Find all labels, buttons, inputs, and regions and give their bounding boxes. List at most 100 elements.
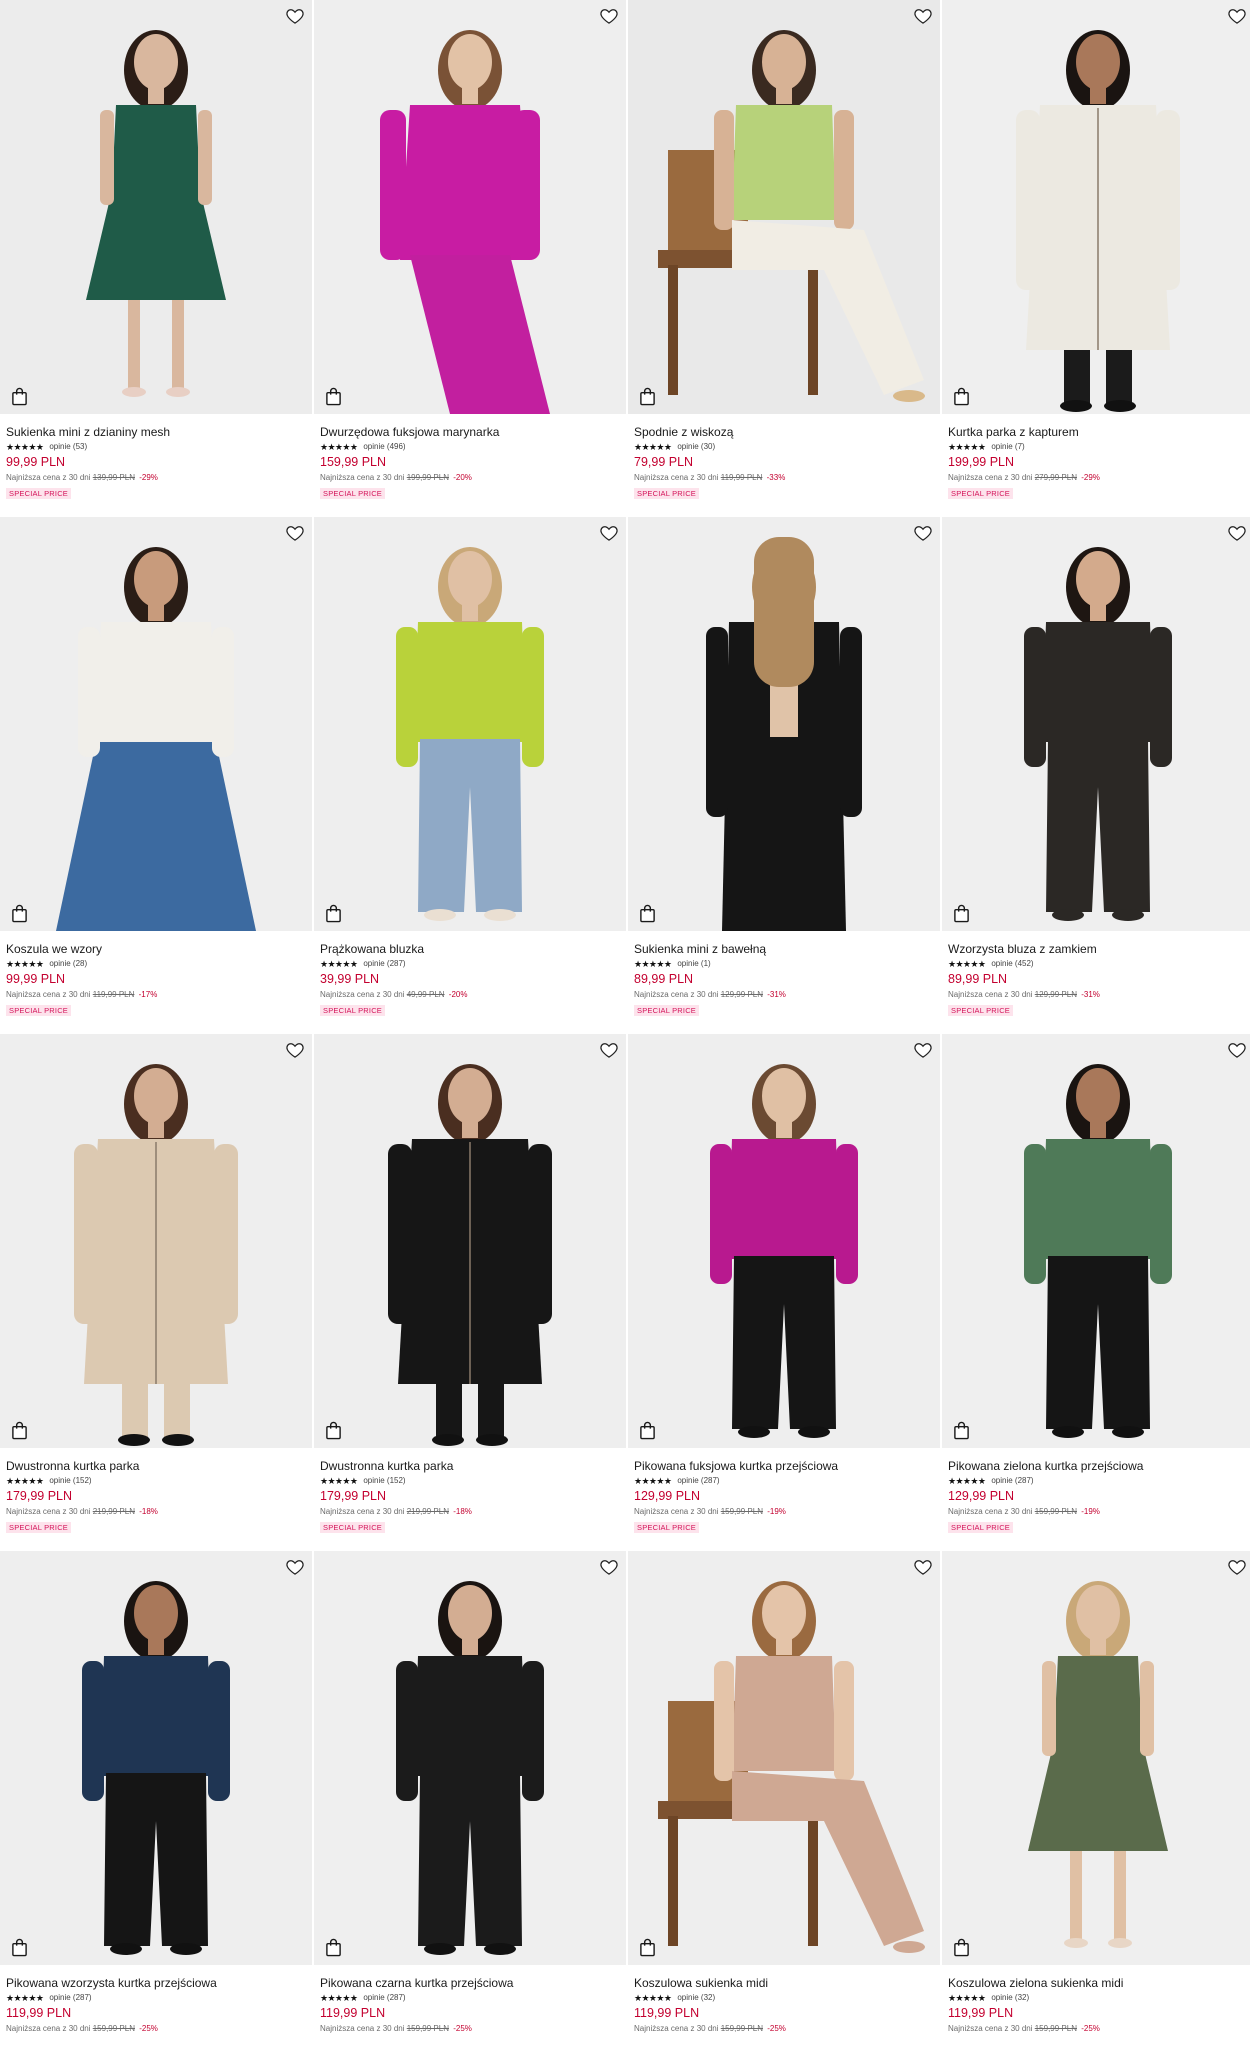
model-photo-image[interactable]: [0, 517, 312, 931]
model-photo-image[interactable]: [0, 0, 312, 414]
review-count[interactable]: opinie (287): [677, 1476, 719, 1486]
product-photo[interactable]: [942, 1551, 1250, 1965]
heart-outline-icon[interactable]: [1227, 1557, 1247, 1577]
review-count[interactable]: opinie (152): [49, 1476, 91, 1486]
model-photo-image[interactable]: [0, 1551, 312, 1965]
shopping-bag-icon[interactable]: [325, 1938, 342, 1957]
product-photo[interactable]: [314, 1551, 626, 1965]
shopping-bag-icon[interactable]: [325, 387, 342, 406]
heart-outline-icon[interactable]: [1227, 1040, 1247, 1060]
product-photo[interactable]: [0, 517, 312, 931]
product-card[interactable]: Pikowana wzorzysta kurtka przejściowa ★★…: [0, 1551, 312, 2068]
product-card[interactable]: Koszulowa sukienka midi ★★★★★ opinie (32…: [628, 1551, 940, 2068]
product-photo[interactable]: [314, 0, 626, 414]
model-photo-image[interactable]: [0, 1034, 312, 1448]
review-count[interactable]: opinie (287): [363, 1993, 405, 2003]
heart-outline-icon[interactable]: [285, 6, 305, 26]
model-photo-image[interactable]: [942, 1034, 1250, 1448]
shopping-bag-icon[interactable]: [639, 1938, 656, 1957]
model-photo-image[interactable]: [628, 0, 940, 414]
product-card[interactable]: Spodnie z wiskozą ★★★★★ opinie (30) 79,9…: [628, 0, 940, 517]
product-photo[interactable]: [0, 1034, 312, 1448]
model-photo-image[interactable]: [628, 1551, 940, 1965]
review-count[interactable]: opinie (287): [991, 1476, 1033, 1486]
product-card[interactable]: Pikowana czarna kurtka przejściowa ★★★★★…: [314, 1551, 626, 2068]
heart-outline-icon[interactable]: [913, 1040, 933, 1060]
heart-outline-icon[interactable]: [285, 1557, 305, 1577]
product-card[interactable]: Dwurzędowa fuksjowa marynarka ★★★★★ opin…: [314, 0, 626, 517]
product-photo[interactable]: [942, 0, 1250, 414]
heart-outline-icon[interactable]: [913, 523, 933, 543]
product-name[interactable]: Pikowana fuksjowa kurtka przejściowa: [634, 1459, 934, 1473]
shopping-bag-icon[interactable]: [11, 904, 28, 923]
shopping-bag-icon[interactable]: [325, 904, 342, 923]
review-count[interactable]: opinie (452): [991, 959, 1033, 969]
product-name[interactable]: Dwustronna kurtka parka: [6, 1459, 306, 1473]
model-photo-image[interactable]: [314, 0, 626, 414]
model-photo-image[interactable]: [942, 0, 1250, 414]
heart-outline-icon[interactable]: [1227, 6, 1247, 26]
review-count[interactable]: opinie (28): [49, 959, 87, 969]
review-count[interactable]: opinie (32): [677, 1993, 715, 2003]
product-name[interactable]: Dwustronna kurtka parka: [320, 1459, 620, 1473]
heart-outline-icon[interactable]: [285, 523, 305, 543]
product-photo[interactable]: [314, 517, 626, 931]
product-name[interactable]: Dwurzędowa fuksjowa marynarka: [320, 425, 620, 439]
review-count[interactable]: opinie (32): [991, 1993, 1029, 2003]
product-name[interactable]: Sukienka mini z dzianiny mesh: [6, 425, 306, 439]
heart-outline-icon[interactable]: [913, 6, 933, 26]
review-count[interactable]: opinie (287): [363, 959, 405, 969]
shopping-bag-icon[interactable]: [325, 1421, 342, 1440]
review-count[interactable]: opinie (7): [991, 442, 1024, 452]
shopping-bag-icon[interactable]: [639, 904, 656, 923]
shopping-bag-icon[interactable]: [953, 1938, 970, 1957]
product-card[interactable]: Pikowana zielona kurtka przejściowa ★★★★…: [942, 1034, 1250, 1551]
product-card[interactable]: Pikowana fuksjowa kurtka przejściowa ★★★…: [628, 1034, 940, 1551]
product-photo[interactable]: [0, 1551, 312, 1965]
model-photo-image[interactable]: [942, 517, 1250, 931]
heart-outline-icon[interactable]: [599, 1557, 619, 1577]
model-photo-image[interactable]: [942, 1551, 1250, 1965]
product-photo[interactable]: [628, 1551, 940, 1965]
product-name[interactable]: Pikowana czarna kurtka przejściowa: [320, 1976, 620, 1990]
review-count[interactable]: opinie (53): [49, 442, 87, 452]
model-photo-image[interactable]: [628, 1034, 940, 1448]
heart-outline-icon[interactable]: [599, 523, 619, 543]
product-photo[interactable]: [942, 1034, 1250, 1448]
product-card[interactable]: Dwustronna kurtka parka ★★★★★ opinie (15…: [314, 1034, 626, 1551]
product-name[interactable]: Sukienka mini z bawełną: [634, 942, 934, 956]
product-card[interactable]: Wzorzysta bluza z zamkiem ★★★★★ opinie (…: [942, 517, 1250, 1034]
review-count[interactable]: opinie (496): [363, 442, 405, 452]
product-name[interactable]: Prążkowana bluzka: [320, 942, 620, 956]
product-name[interactable]: Koszulowa zielona sukienka midi: [948, 1976, 1248, 1990]
product-card[interactable]: Dwustronna kurtka parka ★★★★★ opinie (15…: [0, 1034, 312, 1551]
shopping-bag-icon[interactable]: [639, 1421, 656, 1440]
product-name[interactable]: Kurtka parka z kapturem: [948, 425, 1248, 439]
shopping-bag-icon[interactable]: [11, 1938, 28, 1957]
review-count[interactable]: opinie (287): [49, 1993, 91, 2003]
shopping-bag-icon[interactable]: [953, 904, 970, 923]
shopping-bag-icon[interactable]: [953, 1421, 970, 1440]
product-name[interactable]: Pikowana wzorzysta kurtka przejściowa: [6, 1976, 306, 1990]
product-card[interactable]: Sukienka mini z bawełną ★★★★★ opinie (1)…: [628, 517, 940, 1034]
product-name[interactable]: Pikowana zielona kurtka przejściowa: [948, 1459, 1248, 1473]
heart-outline-icon[interactable]: [285, 1040, 305, 1060]
shopping-bag-icon[interactable]: [953, 387, 970, 406]
shopping-bag-icon[interactable]: [11, 1421, 28, 1440]
product-photo[interactable]: [628, 1034, 940, 1448]
model-photo-image[interactable]: [628, 517, 940, 931]
review-count[interactable]: opinie (1): [677, 959, 710, 969]
product-photo[interactable]: [628, 0, 940, 414]
heart-outline-icon[interactable]: [1227, 523, 1247, 543]
product-card[interactable]: Koszulowa zielona sukienka midi ★★★★★ op…: [942, 1551, 1250, 2068]
shopping-bag-icon[interactable]: [11, 387, 28, 406]
product-photo[interactable]: [628, 517, 940, 931]
product-name[interactable]: Wzorzysta bluza z zamkiem: [948, 942, 1248, 956]
heart-outline-icon[interactable]: [913, 1557, 933, 1577]
model-photo-image[interactable]: [314, 517, 626, 931]
product-name[interactable]: Koszulowa sukienka midi: [634, 1976, 934, 1990]
heart-outline-icon[interactable]: [599, 6, 619, 26]
product-card[interactable]: Sukienka mini z dzianiny mesh ★★★★★ opin…: [0, 0, 312, 517]
review-count[interactable]: opinie (30): [677, 442, 715, 452]
heart-outline-icon[interactable]: [599, 1040, 619, 1060]
